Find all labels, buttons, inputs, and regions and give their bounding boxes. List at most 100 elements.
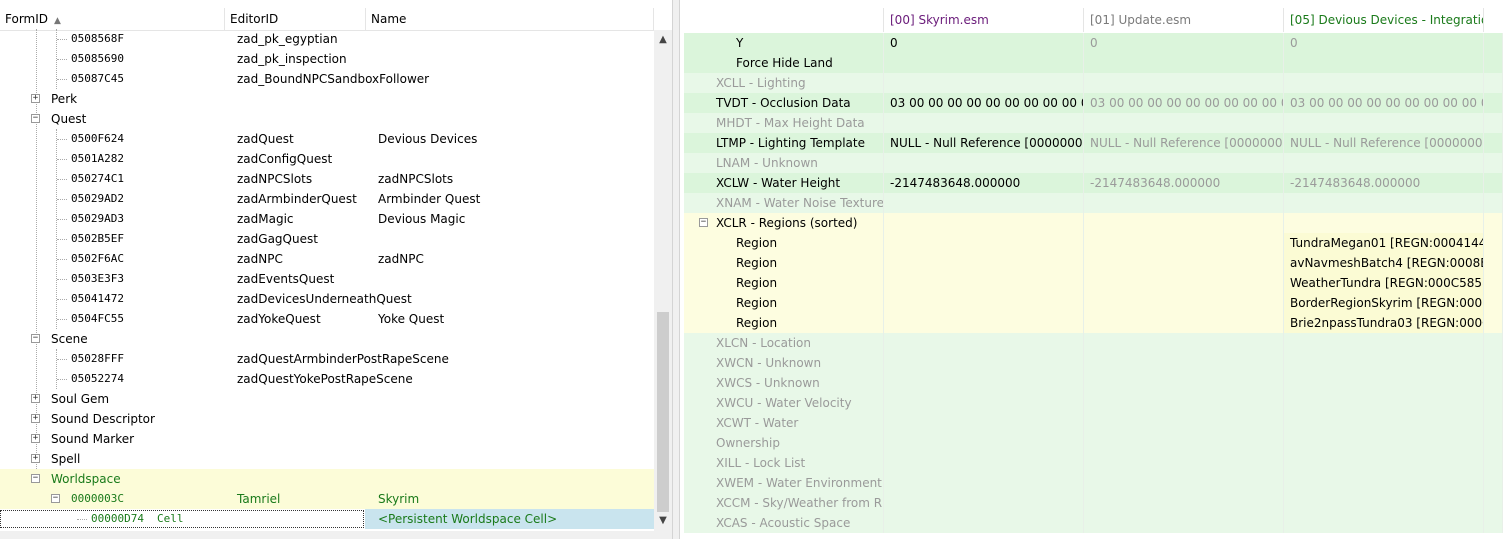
value-skyrim[interactable] (884, 113, 1084, 133)
value-skyrim[interactable] (884, 313, 1084, 333)
value-skyrim[interactable] (884, 193, 1084, 213)
value-update[interactable] (1084, 453, 1284, 473)
record-row-xccm[interactable]: XCCM - Sky/Weather from R... (684, 493, 1503, 513)
value-skyrim[interactable] (884, 253, 1084, 273)
value-devious-devices[interactable]: BorderRegionSkyrim [REGN:000... (1284, 293, 1484, 313)
value-skyrim[interactable] (884, 53, 1084, 73)
tree-row[interactable]: 0504FC55 zadYokeQuest Yoke Quest (0, 309, 654, 329)
record-row-xill[interactable]: XILL - Lock List (684, 453, 1503, 473)
record-row-xlcn[interactable]: XLCN - Location (684, 333, 1503, 353)
navigation-tree-pane[interactable]: FormID ▲ EditorID Name 0508568F zad_pk_egy… (0, 0, 673, 539)
value-update[interactable] (1084, 113, 1284, 133)
tree-row[interactable]: 0502F6AC zadNPC zadNPC (0, 249, 654, 269)
value-update[interactable] (1084, 233, 1284, 253)
value-skyrim[interactable] (884, 493, 1084, 513)
value-devious-devices[interactable]: TundraMegan01 [REGN:00041449] (1284, 233, 1484, 253)
value-update[interactable] (1084, 353, 1284, 373)
pane-splitter[interactable] (672, 0, 680, 539)
record-row-xclr[interactable]: XCLR - Regions (sorted) − (684, 213, 1503, 233)
expand-icon[interactable]: + (31, 94, 40, 103)
tree-group-spell[interactable]: + Spell (0, 449, 654, 469)
value-update[interactable] (1084, 193, 1284, 213)
value-skyrim[interactable] (884, 453, 1084, 473)
record-row-force-hide-land[interactable]: Force Hide Land (684, 53, 1503, 73)
tree-row[interactable]: 0501A282 zadConfigQuest (0, 149, 654, 169)
value-update[interactable] (1084, 493, 1284, 513)
record-row-mhdt[interactable]: MHDT - Max Height Data (684, 113, 1503, 133)
value-devious-devices[interactable]: NULL - Null Reference [00000000] (1284, 133, 1484, 153)
value-update[interactable]: 0 (1084, 33, 1284, 53)
value-update[interactable] (1084, 473, 1284, 493)
value-devious-devices[interactable]: WeatherTundra [REGN:000C5858] (1284, 273, 1484, 293)
value-devious-devices[interactable]: 03 00 00 00 00 00 00 00 00 00 0... (1284, 93, 1484, 113)
record-row-region[interactable]: Region avNavmeshBatch4 [REGN:0008E... (684, 253, 1503, 273)
column-header-update[interactable]: [01] Update.esm (1084, 8, 1284, 32)
record-row-region[interactable]: Region WeatherTundra [REGN:000C5858] (684, 273, 1503, 293)
value-devious-devices[interactable] (1284, 513, 1484, 533)
record-row-y[interactable]: Y000 (684, 33, 1503, 53)
tree-group-quest[interactable]: − Quest (0, 109, 654, 129)
column-header-devious-devices[interactable]: [05] Devious Devices - Integration... (1284, 8, 1484, 32)
tree-horizontal-scrollbar[interactable] (0, 531, 672, 539)
record-row-xcas[interactable]: XCAS - Acoustic Space (684, 513, 1503, 533)
tree-row-selected-cell[interactable]: 00000D74 Cell <Persistent Worldspace Cell> (0, 509, 654, 529)
tree-row[interactable]: 05029AD3 zadMagic Devious Magic (0, 209, 654, 229)
value-update[interactable] (1084, 53, 1284, 73)
value-skyrim[interactable] (884, 273, 1084, 293)
value-devious-devices[interactable] (1284, 53, 1484, 73)
value-update[interactable] (1084, 73, 1284, 93)
expand-icon[interactable]: + (31, 414, 40, 423)
tree-group-sound-descriptor[interactable]: + Sound Descriptor (0, 409, 654, 429)
value-update[interactable] (1084, 273, 1284, 293)
value-skyrim[interactable] (884, 473, 1084, 493)
value-devious-devices[interactable] (1284, 73, 1484, 93)
record-row-xwcn[interactable]: XWCN - Unknown (684, 353, 1503, 373)
value-update[interactable] (1084, 433, 1284, 453)
value-devious-devices[interactable] (1284, 393, 1484, 413)
value-devious-devices[interactable] (1284, 113, 1484, 133)
value-update[interactable] (1084, 513, 1284, 533)
value-skyrim[interactable] (884, 73, 1084, 93)
tree-row-worldspace-tamriel[interactable]: − 0000003C Tamriel Skyrim (0, 489, 654, 509)
record-row-xclw[interactable]: XCLW - Water Height -2147483648.000000 -21… (684, 173, 1503, 193)
scroll-up-icon[interactable]: ▲ (654, 32, 672, 48)
value-devious-devices[interactable]: Brie2npassTundra03 [REGN:000C... (1284, 313, 1484, 333)
value-update[interactable] (1084, 293, 1284, 313)
value-skyrim[interactable] (884, 213, 1084, 233)
record-row-xcwt[interactable]: XCWT - Water (684, 413, 1503, 433)
value-devious-devices[interactable]: 0 (1284, 33, 1484, 53)
value-update[interactable] (1084, 413, 1284, 433)
expand-icon[interactable]: + (31, 454, 40, 463)
value-skyrim[interactable]: 03 00 00 00 00 00 00 00 00 00 0... (884, 93, 1084, 113)
value-skyrim[interactable] (884, 373, 1084, 393)
value-update[interactable]: NULL - Null Reference [00000000] (1084, 133, 1284, 153)
value-skyrim[interactable] (884, 353, 1084, 373)
column-header-formid[interactable]: FormID ▲ (0, 8, 225, 30)
value-update[interactable]: -2147483648.000000 (1084, 173, 1284, 193)
value-skyrim[interactable] (884, 413, 1084, 433)
tree-row[interactable]: 05087C45 zad_BoundNPCSandboxFollower (0, 69, 654, 89)
column-header-name[interactable]: Name (366, 8, 654, 30)
tree-row[interactable]: 0500F624 zadQuest Devious Devices (0, 129, 654, 149)
column-header-skyrim[interactable]: [00] Skyrim.esm (884, 8, 1084, 32)
record-row-region[interactable]: Region Brie2npassTundra03 [REGN:000C... (684, 313, 1503, 333)
value-skyrim[interactable] (884, 293, 1084, 313)
record-row-xwem[interactable]: XWEM - Water Environment ... (684, 473, 1503, 493)
collapse-icon[interactable]: − (51, 494, 60, 503)
value-devious-devices[interactable]: -2147483648.000000 (1284, 173, 1484, 193)
value-devious-devices[interactable] (1284, 353, 1484, 373)
tree-row[interactable]: 050274C1 zadNPCSlots zadNPCSlots (0, 169, 654, 189)
value-skyrim[interactable]: 0 (884, 33, 1084, 53)
value-update[interactable]: 03 00 00 00 00 00 00 00 00 00 0... (1084, 93, 1284, 113)
tree-row[interactable]: 05028FFF zadQuestArmbinderPostRapeScene (0, 349, 654, 369)
record-row-lnam[interactable]: LNAM - Unknown (684, 153, 1503, 173)
record-view-pane[interactable]: [00] Skyrim.esm [01] Update.esm [05] Dev… (680, 0, 1503, 539)
tree-row[interactable]: 05029AD2 zadArmbinderQuest Armbinder Quest (0, 189, 654, 209)
value-skyrim[interactable] (884, 513, 1084, 533)
value-skyrim[interactable] (884, 233, 1084, 253)
value-devious-devices[interactable] (1284, 413, 1484, 433)
tree-row[interactable]: 0503E3F3 zadEventsQuest (0, 269, 654, 289)
value-skyrim[interactable] (884, 153, 1084, 173)
record-row-xcll[interactable]: XCLL - Lighting (684, 73, 1503, 93)
value-devious-devices[interactable] (1284, 213, 1484, 233)
